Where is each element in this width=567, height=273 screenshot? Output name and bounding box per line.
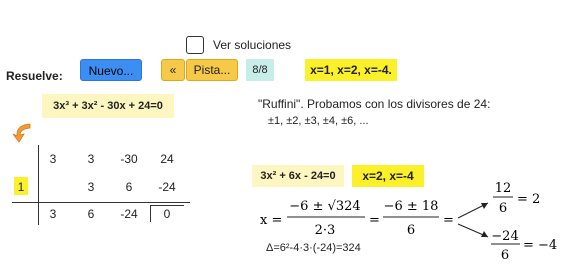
coefficient-cell: 24 xyxy=(160,152,174,166)
show-solutions-checkbox[interactable] xyxy=(186,36,204,54)
step-counter: 8/8 xyxy=(246,59,274,81)
back-arrow-icon xyxy=(10,121,34,148)
root1-denominator: 6 xyxy=(499,201,507,216)
previous-hint-button[interactable]: « xyxy=(161,59,185,81)
result-cell: 6 xyxy=(87,207,95,221)
discriminant-text: Δ=6²-4·3·(-24)=324 xyxy=(266,242,361,254)
formula-denominator: 2·3 xyxy=(315,223,336,238)
coefficient-cell: 3 xyxy=(87,152,95,166)
coefficient-cell: 3 xyxy=(49,152,57,166)
root1-numerator: 12 xyxy=(495,181,512,196)
answer-badge: x=1, x=2, x=-4. xyxy=(305,59,397,81)
hint-button[interactable]: Pista... xyxy=(186,59,238,81)
product-cell: -24 xyxy=(158,180,176,194)
equals-sign: = xyxy=(369,213,380,228)
coefficient-cell: -30 xyxy=(120,152,138,166)
divisors-list: ±1, ±2, ±3, ±4, ±6, ... xyxy=(268,115,369,127)
result-cell: 3 xyxy=(49,207,57,221)
root2-denominator: 6 xyxy=(501,248,509,262)
remainder-cell: 0 xyxy=(163,207,171,221)
root2-value: = −4 xyxy=(523,238,557,253)
root1-value: = 2 xyxy=(517,192,540,207)
formula-numerator: −6 ± √324 xyxy=(289,199,360,214)
product-cell: 6 xyxy=(125,180,133,194)
new-problem-button[interactable]: Nuevo... xyxy=(80,59,142,81)
problem-equation: 3x³ + 3x² - 30x + 24=0 xyxy=(42,94,174,118)
x-equals: x = xyxy=(260,213,282,228)
resuelve-label: Resuelve: xyxy=(6,69,63,83)
result-cell: -24 xyxy=(120,207,138,221)
ruffini-horizontal-line xyxy=(12,202,190,203)
simplified-numerator: −6 ± 18 xyxy=(384,199,439,214)
show-solutions-label: Ver soluciones xyxy=(213,38,292,52)
simplified-denominator: 6 xyxy=(407,223,415,238)
equals-sign: = xyxy=(443,213,454,228)
root-value: 1 xyxy=(17,180,25,194)
ruffini-hint-text: "Ruffini". Probamos con los divisores de… xyxy=(258,97,491,111)
product-cell: 3 xyxy=(87,180,95,194)
root2-numerator: −24 xyxy=(491,229,518,244)
